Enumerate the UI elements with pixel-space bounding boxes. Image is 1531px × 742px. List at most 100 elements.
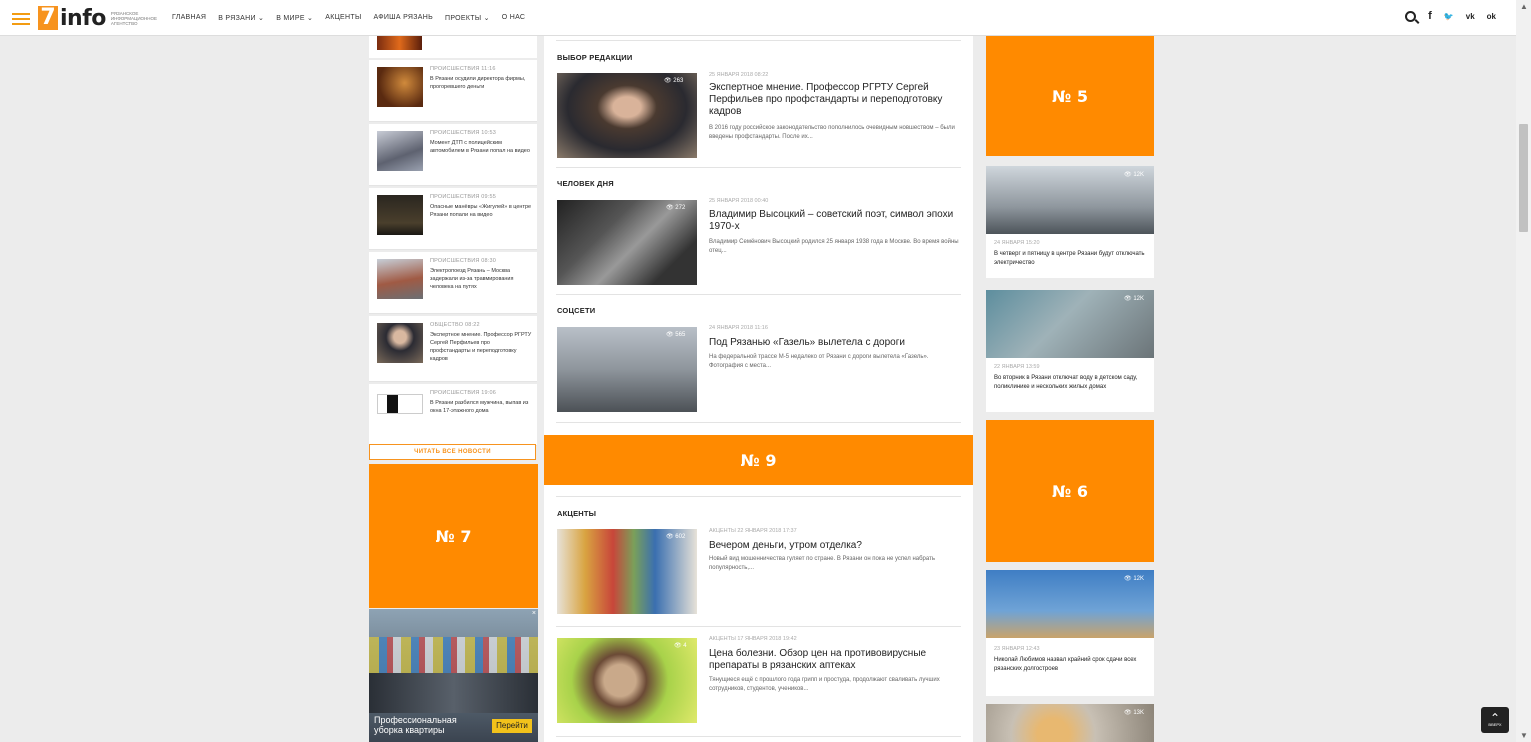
news-title[interactable]: Экспертное мнение. Профессор РГРТУ Серге… — [430, 331, 532, 363]
menu-item-accents[interactable]: АКЦЕНТЫ — [325, 14, 361, 22]
views-count: 👁 12K — [1124, 172, 1144, 178]
news-item-partial[interactable] — [369, 36, 537, 58]
close-icon[interactable]: × — [532, 610, 536, 617]
news-title[interactable]: В Рязани осудили директора фирмы, прогор… — [430, 75, 532, 91]
scrollbar-thumb[interactable] — [1519, 124, 1528, 232]
read-all-news-button[interactable]: ЧИТАТЬ ВСЕ НОВОСТИ — [369, 444, 536, 460]
scroll-down-icon[interactable]: ▼ — [1520, 731, 1528, 740]
side-news-item[interactable]: 👁 13K — [986, 704, 1154, 742]
menu-item-afisha[interactable]: АФИША РЯЗАНЬ — [373, 14, 433, 22]
article-thumbnail — [557, 529, 697, 614]
news-title[interactable]: В четверг и пятницу в центре Рязани буду… — [994, 250, 1149, 267]
article-thumbnail — [557, 73, 697, 158]
main-content: ВЫБОР РЕДАКЦИИ 👁 263 25 ЯНВАРЯ 2018 08:2… — [544, 36, 973, 742]
scroll-to-top-button[interactable]: ⌃ ВВЕРХ — [1481, 707, 1509, 733]
logo-word: info — [60, 5, 106, 31]
news-meta: 24 ЯНВАРЯ 15:20 — [994, 240, 1040, 246]
news-meta: ПРОИСШЕСТВИЯ 11:16 — [430, 66, 496, 72]
news-meta: ПРОИСШЕСТВИЯ 19:06 — [430, 390, 497, 396]
section-title: СОЦСЕТИ — [557, 306, 596, 315]
menu-burger-icon[interactable] — [12, 13, 30, 25]
views-count: 👁 4 — [674, 643, 687, 649]
views-count: 👁 272 — [666, 205, 686, 211]
news-item[interactable]: ПРОИСШЕСТВИЯ 19:06 В Рязани разбился муж… — [369, 384, 537, 446]
menu-item-ryazan[interactable]: В РЯЗАНИ ⌄ — [218, 14, 264, 22]
news-meta: 23 ЯНВАРЯ 12:43 — [994, 646, 1040, 652]
news-meta: ОБЩЕСТВО 08:22 — [430, 322, 480, 328]
section-title: ЧЕЛОВЕК ДНЯ — [557, 179, 614, 188]
news-meta: 22 ЯНВАРЯ 13:59 — [994, 364, 1040, 370]
social-bar: f 🐦 vk ok — [1393, 10, 1496, 22]
facebook-icon[interactable]: f — [1428, 10, 1432, 22]
vk-icon[interactable]: vk — [1466, 12, 1475, 21]
divider — [556, 167, 961, 168]
article-lead: В 2016 году российское законодательство … — [709, 125, 955, 140]
promo-ad[interactable]: × Профессиональная уборка квартиры Перей… — [369, 609, 538, 742]
ad-banner-9[interactable]: № 9 — [544, 435, 973, 485]
section-title: ВЫБОР РЕДАКЦИИ — [557, 53, 633, 62]
views-count: 👁 602 — [666, 534, 686, 540]
news-meta: ПРОИСШЕСТВИЯ 09:55 — [430, 194, 497, 200]
main-menu: ГЛАВНАЯ В РЯЗАНИ ⌄ В МИРЕ ⌄ АКЦЕНТЫ АФИШ… — [172, 14, 537, 22]
twitter-icon[interactable]: 🐦 — [1444, 12, 1454, 21]
menu-item-about[interactable]: О НАС — [502, 14, 526, 22]
ad-banner-7[interactable]: № 7 — [369, 464, 538, 608]
section-title: АКЦЕНТЫ — [557, 509, 597, 518]
article-lead: Владимир Семёнович Высоцкий родился 25 я… — [709, 239, 959, 254]
news-title[interactable]: Николай Любимов назвал крайний срок сдач… — [994, 656, 1149, 673]
side-news-item[interactable]: 👁 12K 24 ЯНВАРЯ 15:20 В четверг и пятниц… — [986, 166, 1154, 278]
article-meta: 24 ЯНВАРЯ 2018 11:16 — [709, 325, 768, 331]
article-meta: 25 ЯНВАРЯ 2018 00:40 — [709, 198, 769, 204]
news-item[interactable]: ПРОИСШЕСТВИЯ 11:16 В Рязани осудили дире… — [369, 60, 537, 122]
article-thumbnail — [557, 638, 697, 723]
divider — [556, 736, 961, 737]
news-item[interactable]: ПРОИСШЕСТВИЯ 10:53 Момент ДТП с полицейс… — [369, 124, 537, 186]
promo-image — [369, 637, 538, 673]
page-scrollbar[interactable]: ▲ ▼ — [1516, 0, 1531, 742]
news-title[interactable]: Во вторник в Рязани отключат воду в детс… — [994, 374, 1149, 391]
divider — [556, 496, 961, 497]
menu-item-home[interactable]: ГЛАВНАЯ — [172, 14, 206, 22]
article-lead: На федеральной трассе М-5 недалеко от Ря… — [709, 354, 929, 369]
logo-number: 7 — [38, 6, 58, 30]
search-icon[interactable] — [1405, 10, 1417, 22]
article-title[interactable]: Вечером деньги, утром отделка? — [709, 540, 959, 552]
latest-news-list: ПРОИСШЕСТВИЯ 11:16 В Рязани осудили дире… — [369, 36, 537, 446]
site-logo[interactable]: 7 info РЯЗАНСКОЕ ИНФОРМАЦИОННОЕ АГЕНТСТВ… — [38, 5, 161, 31]
views-count: 👁 12K — [1124, 296, 1144, 302]
ad-banner-5[interactable]: № 5 — [986, 36, 1154, 156]
news-item[interactable]: ПРОИСШЕСТВИЯ 09:55 Опасные манёвры «Жигу… — [369, 188, 537, 250]
news-thumbnail — [377, 131, 423, 171]
menu-item-world[interactable]: В МИРЕ ⌄ — [276, 14, 313, 22]
menu-item-projects[interactable]: ПРОЕКТЫ ⌄ — [445, 14, 490, 22]
promo-go-button[interactable]: Перейти — [492, 719, 532, 733]
article-title[interactable]: Под Рязанью «Газель» вылетела с дороги — [709, 337, 959, 349]
scroll-top-label: ВВЕРХ — [1488, 722, 1502, 727]
news-thumbnail — [377, 36, 422, 50]
news-item[interactable]: ОБЩЕСТВО 08:22 Экспертное мнение. Профес… — [369, 316, 537, 382]
news-title[interactable]: Электропоезд Рязань – Москва задержали и… — [430, 267, 532, 291]
odnoklassniki-icon[interactable]: ok — [1487, 12, 1496, 21]
article-title[interactable]: Владимир Высоцкий – советский поэт, симв… — [709, 209, 959, 233]
side-news-item[interactable]: 👁 12K 22 ЯНВАРЯ 13:59 Во вторник в Рязан… — [986, 290, 1154, 412]
article-title[interactable]: Цена болезни. Обзор цен на противовирусн… — [709, 648, 959, 672]
news-thumbnail — [377, 67, 423, 107]
divider — [556, 626, 961, 627]
article-lead: Новый вид мошенничества гуляет по стране… — [709, 556, 935, 571]
scroll-up-icon[interactable]: ▲ — [1520, 2, 1528, 11]
news-meta: ПРОИСШЕСТВИЯ 08:30 — [430, 258, 497, 264]
news-item[interactable]: ПРОИСШЕСТВИЯ 08:30 Электропоезд Рязань –… — [369, 252, 537, 314]
views-count: 👁 12K — [1124, 576, 1144, 582]
views-count: 👁 263 — [664, 78, 684, 84]
news-meta: ПРОИСШЕСТВИЯ 10:53 — [430, 130, 497, 136]
logo-subtitle: РЯЗАНСКОЕ ИНФОРМАЦИОННОЕ АГЕНТСТВО — [110, 10, 158, 26]
promo-text: Профессиональная уборка квартиры — [374, 715, 457, 735]
side-news-item[interactable]: 👁 12K 23 ЯНВАРЯ 12:43 Николай Любимов на… — [986, 570, 1154, 696]
article-title[interactable]: Экспертное мнение. Профессор РГРТУ Серге… — [709, 82, 959, 118]
news-title[interactable]: Момент ДТП с полицейским автомобилем в Р… — [430, 139, 532, 155]
news-title[interactable]: Опасные манёвры «Жигулей» в центре Рязан… — [430, 203, 532, 219]
article-meta: АКЦЕНТЫ 22 ЯНВАРЯ 2018 17:37 — [709, 528, 797, 534]
news-title[interactable]: В Рязани разбился мужчина, выпав из окна… — [430, 399, 532, 415]
ad-banner-6[interactable]: № 6 — [986, 420, 1154, 562]
article-lead: Тянущиеся ещё с прошлого года грипп и пр… — [709, 677, 940, 692]
